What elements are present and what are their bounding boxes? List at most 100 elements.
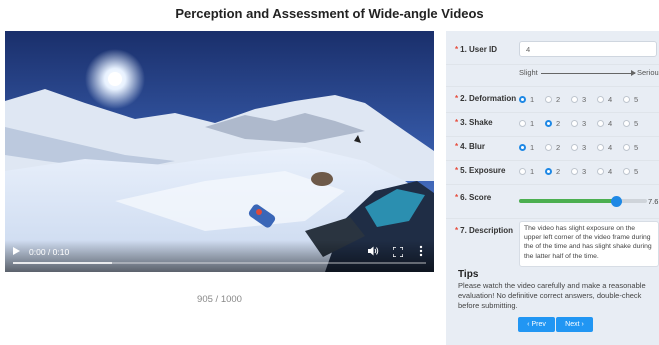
rating-option-label: 2	[556, 167, 561, 176]
score-label-text: 6. Score	[460, 193, 492, 202]
required-mark: *	[455, 94, 459, 103]
rating-label: * 2. Deformation	[455, 94, 516, 103]
more-options-icon[interactable]	[419, 245, 423, 257]
rating-option-label: 5	[634, 143, 639, 152]
rating-option-label: 3	[582, 95, 587, 104]
divider	[446, 64, 659, 65]
required-mark: *	[455, 193, 459, 202]
video-counter: 905 / 1000	[197, 294, 242, 305]
score-slider-handle[interactable]	[610, 195, 622, 207]
rating-radio[interactable]	[571, 144, 578, 151]
assessment-panel: *1. User ID 4 Slight Serious *2. Deforma…	[446, 31, 659, 345]
fullscreen-icon[interactable]	[393, 247, 403, 257]
rating-radio[interactable]	[519, 144, 526, 151]
rating-radio[interactable]	[623, 168, 630, 175]
rating-option-label: 2	[556, 95, 561, 104]
rating-label: * 3. Shake	[455, 118, 493, 127]
volume-icon[interactable]	[367, 245, 379, 257]
scale-legend: Slight Serious	[519, 68, 659, 80]
rating-radio[interactable]	[597, 144, 604, 151]
video-buffered	[13, 262, 113, 264]
tips-text: Please watch the video carefully and mak…	[458, 281, 646, 310]
rating-radio[interactable]	[519, 120, 526, 127]
score-label: * 6. Score	[455, 193, 491, 202]
rating-option-label: 2	[556, 119, 561, 128]
rating-option-label: 3	[582, 143, 587, 152]
chevron-left-icon: ‹	[527, 321, 530, 328]
required-mark: *	[455, 226, 459, 235]
video-frame	[5, 31, 434, 272]
rating-option-label: 1	[530, 167, 535, 176]
rating-radio[interactable]	[545, 168, 552, 175]
scale-left-label: Slight	[519, 68, 538, 77]
required-mark: *	[455, 118, 459, 127]
rating-radio[interactable]	[519, 96, 526, 103]
rating-option-label: 5	[634, 167, 639, 176]
rating-option-label: 4	[608, 95, 613, 104]
rating-radio[interactable]	[571, 120, 578, 127]
rating-radio[interactable]	[571, 168, 578, 175]
video-controls: 0:00 / 0:10	[5, 240, 434, 272]
rating-option-label: 4	[608, 143, 613, 152]
rating-radio[interactable]	[571, 96, 578, 103]
score-value: 7.6	[648, 197, 659, 206]
rating-radio[interactable]	[519, 168, 526, 175]
description-label-text: 7. Description	[460, 226, 514, 235]
rating-option-label: 5	[634, 95, 639, 104]
user-id-row: * 1. User ID 4	[446, 41, 659, 59]
rating-option-label: 3	[582, 119, 587, 128]
prev-label: Prev	[531, 321, 546, 328]
next-button[interactable]: Next ›	[556, 317, 593, 332]
user-id-label-text: 1. User ID	[460, 45, 498, 54]
description-label: * 7. Description	[455, 226, 513, 235]
divider	[446, 218, 659, 219]
tips-title: Tips	[458, 269, 479, 280]
score-slider-fill	[519, 199, 617, 203]
next-label: Next	[565, 321, 580, 328]
video-progress-bar[interactable]	[13, 262, 426, 264]
rating-radio[interactable]	[545, 144, 552, 151]
scale-line	[541, 73, 635, 74]
rating-radio[interactable]	[623, 96, 630, 103]
required-mark: *	[455, 45, 459, 54]
description-row: * 7. Description The video has slight exp…	[446, 221, 659, 267]
rating-option-label: 1	[530, 119, 535, 128]
rating-label: * 4. Blur	[455, 142, 485, 151]
scale-right-label: Serious	[637, 68, 659, 77]
rating-option-label: 4	[608, 167, 613, 176]
chevron-right-icon: ›	[581, 321, 584, 328]
rating-row: * 5. Exposure 1 2 3 4 5	[446, 161, 659, 183]
required-mark: *	[455, 166, 459, 175]
rating-radio[interactable]	[597, 96, 604, 103]
description-textarea[interactable]: The video has slight exposure on the upp…	[519, 221, 659, 267]
score-slider[interactable]	[519, 195, 647, 207]
rating-option-label: 4	[608, 119, 613, 128]
rating-radio[interactable]	[623, 120, 630, 127]
rating-radio[interactable]	[545, 120, 552, 127]
rating-row: * 2. Deformation 1 2 3 4 5	[446, 89, 659, 111]
rating-option-label: 2	[556, 143, 561, 152]
rating-option-label: 1	[530, 95, 535, 104]
rating-radio[interactable]	[597, 120, 604, 127]
divider	[446, 86, 659, 87]
rating-row: * 4. Blur 1 2 3 4 5	[446, 137, 659, 159]
rating-option-label: 1	[530, 143, 535, 152]
video-player[interactable]: 0:00 / 0:10	[5, 31, 434, 272]
play-icon[interactable]	[13, 247, 20, 255]
rating-label-text: 3. Shake	[460, 118, 493, 127]
user-id-input[interactable]: 4	[519, 41, 657, 57]
rating-option-label: 5	[634, 119, 639, 128]
rating-radio[interactable]	[623, 144, 630, 151]
user-id-label: * 1. User ID	[455, 45, 497, 54]
rating-row: * 3. Shake 1 2 3 4 5	[446, 113, 659, 135]
rating-radio[interactable]	[545, 96, 552, 103]
rating-label-text: 4. Blur	[460, 142, 486, 151]
rating-radio[interactable]	[597, 168, 604, 175]
score-row: * 6. Score 7.6	[446, 191, 659, 215]
prev-button[interactable]: ‹ Prev	[518, 317, 555, 332]
rating-label: * 5. Exposure	[455, 166, 505, 175]
scale-arrow-icon	[631, 70, 636, 76]
page-title: Perception and Assessment of Wide-angle …	[175, 6, 484, 21]
rating-option-label: 3	[582, 167, 587, 176]
rating-label-text: 5. Exposure	[460, 166, 506, 175]
